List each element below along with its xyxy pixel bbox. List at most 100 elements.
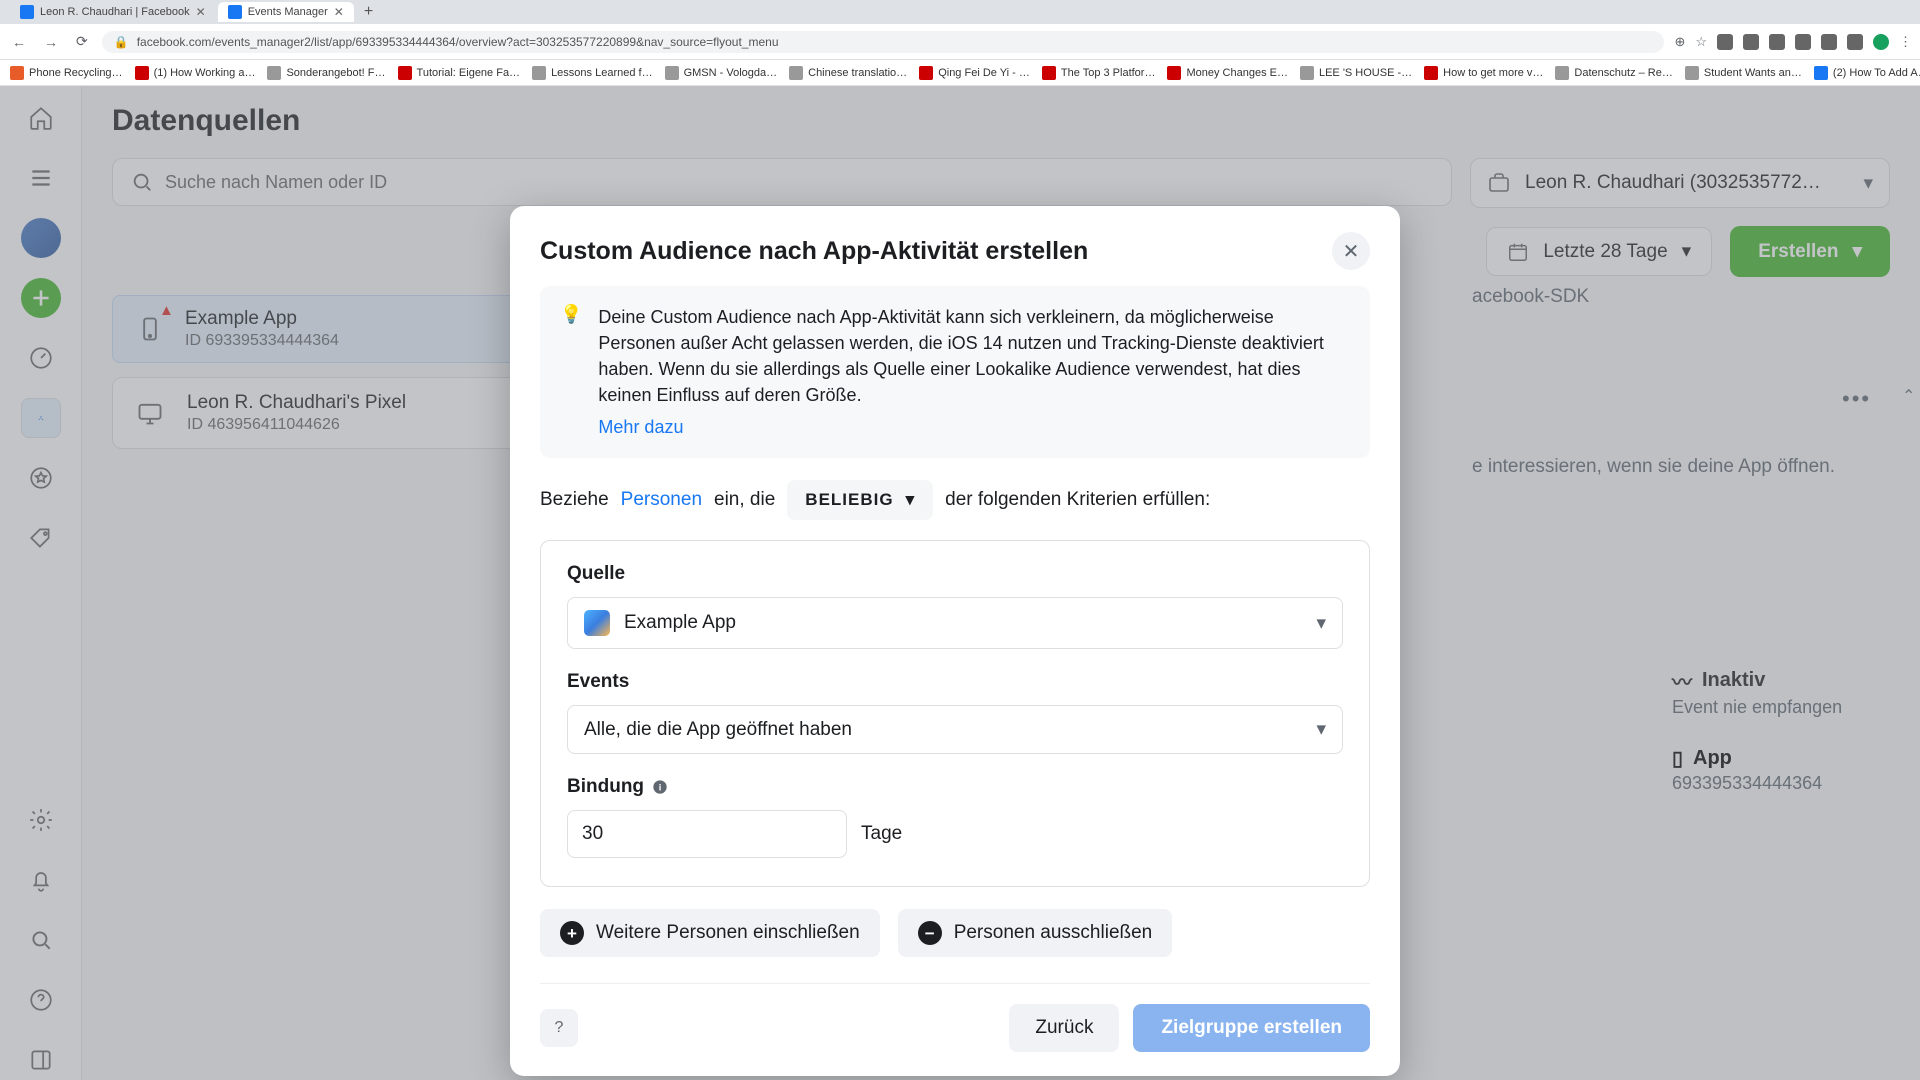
profile-avatar-icon[interactable] (1873, 34, 1889, 50)
bookmark-icon (1814, 66, 1828, 80)
bookmark[interactable]: Phone Recycling… (10, 66, 123, 80)
ext-icon[interactable] (1743, 34, 1759, 50)
lock-icon: 🔒 (114, 35, 129, 49)
bookmark[interactable]: Datenschutz – Re… (1555, 66, 1672, 80)
ext-icon[interactable] (1717, 34, 1733, 50)
new-tab-button[interactable]: + (356, 3, 381, 21)
facebook-favicon-icon (20, 5, 34, 19)
plus-icon: + (560, 921, 584, 945)
back-button[interactable]: Zurück (1009, 1004, 1119, 1052)
close-button[interactable]: ✕ (1332, 232, 1370, 270)
bookmark-icon (135, 66, 149, 80)
facebook-favicon-icon (228, 5, 242, 19)
bookmark-icon (1685, 66, 1699, 80)
learn-more-link[interactable]: Mehr dazu (598, 414, 683, 440)
info-box: 💡 Deine Custom Audience nach App-Aktivit… (540, 286, 1370, 458)
source-selector[interactable]: Example App ▾ (567, 597, 1343, 649)
criteria-text: Beziehe (540, 489, 609, 511)
events-value: Alle, die die App geöffnet haben (584, 719, 852, 741)
criteria-text: ein, die (714, 489, 775, 511)
include-more-label: Weitere Personen einschließen (596, 922, 860, 944)
reload-icon[interactable]: ⟳ (72, 33, 92, 50)
bookmark[interactable]: (2) How To Add A… (1814, 66, 1920, 80)
bookmark-icon (1555, 66, 1569, 80)
include-more-button[interactable]: + Weitere Personen einschließen (540, 909, 880, 957)
bookmark[interactable]: Lessons Learned f… (532, 66, 653, 80)
bookmark-icon (1167, 66, 1181, 80)
criteria-block: Quelle Example App ▾ Events Alle, die di… (540, 540, 1370, 887)
any-dropdown[interactable]: BELIEBIG ▾ (787, 480, 933, 520)
tab-title: Leon R. Chaudhari | Facebook (40, 6, 190, 18)
info-text: Deine Custom Audience nach App-Aktivität… (598, 307, 1323, 405)
criteria-text: der folgenden Kriterien erfüllen: (945, 489, 1210, 511)
bookmark[interactable]: Sonderangebot! F… (267, 66, 385, 80)
bind-unit: Tage (861, 823, 902, 845)
source-label: Quelle (567, 563, 1343, 585)
bookmark-icon (1042, 66, 1056, 80)
bookmark-icon (532, 66, 546, 80)
bookmark[interactable]: The Top 3 Platfor… (1042, 66, 1156, 80)
any-label: BELIEBIG (805, 490, 893, 510)
close-tab-icon[interactable]: ✕ (196, 5, 206, 19)
modal-title: Custom Audience nach App-Aktivität erste… (540, 237, 1088, 266)
star-icon[interactable]: ☆ (1695, 34, 1707, 50)
bookmark-icon (10, 66, 24, 80)
browser-chrome: Leon R. Chaudhari | Facebook ✕ Events Man… (0, 0, 1920, 60)
bookmark[interactable]: Tutorial: Eigene Fa… (398, 66, 521, 80)
create-audience-modal: Custom Audience nach App-Aktivität erste… (510, 206, 1400, 1076)
url-text: facebook.com/events_manager2/list/app/69… (137, 35, 779, 49)
ext-icon[interactable] (1795, 34, 1811, 50)
svg-text:i: i (659, 783, 662, 793)
bookmark[interactable]: Chinese translatio… (789, 66, 907, 80)
bookmark[interactable]: Qing Fei De Yi - … (919, 66, 1030, 80)
create-audience-button[interactable]: Zielgruppe erstellen (1133, 1004, 1370, 1052)
ext-icon[interactable] (1847, 34, 1863, 50)
chrome-extensions: ⊕ ☆ ⋮ (1674, 34, 1912, 50)
chevron-down-icon: ▾ (906, 490, 916, 510)
events-label: Events (567, 671, 1343, 693)
help-button[interactable]: ? (540, 1009, 578, 1047)
info-icon[interactable]: i (652, 779, 668, 795)
zoom-icon[interactable]: ⊕ (1674, 34, 1685, 50)
tab-title: Events Manager (248, 6, 328, 18)
bookmarks-bar: Phone Recycling… (1) How Working a… Sond… (0, 60, 1920, 86)
people-link[interactable]: Personen (621, 489, 702, 511)
bind-label: Bindung i (567, 776, 1343, 798)
events-selector[interactable]: Alle, die die App geöffnet haben ▾ (567, 705, 1343, 754)
browser-tab[interactable]: Leon R. Chaudhari | Facebook ✕ (10, 2, 216, 22)
bookmark-icon (1300, 66, 1314, 80)
bookmark[interactable]: LEE 'S HOUSE -… (1300, 66, 1412, 80)
bookmark-icon (1424, 66, 1438, 80)
bookmark-icon (398, 66, 412, 80)
bookmark[interactable]: Money Changes E… (1167, 66, 1288, 80)
chevron-down-icon: ▾ (1316, 718, 1326, 741)
bookmark[interactable]: Student Wants an… (1685, 66, 1802, 80)
bookmark-icon (919, 66, 933, 80)
criteria-row: Beziehe Personen ein, die BELIEBIG ▾ der … (540, 480, 1370, 520)
bookmark-icon (789, 66, 803, 80)
bookmark[interactable]: How to get more v… (1424, 66, 1543, 80)
bookmark[interactable]: GMSN - Vologda… (665, 66, 778, 80)
ext-icon[interactable] (1821, 34, 1837, 50)
minus-icon: − (918, 921, 942, 945)
url-input[interactable]: 🔒 facebook.com/events_manager2/list/app/6… (102, 31, 1665, 53)
back-icon[interactable]: ← (8, 34, 30, 50)
menu-icon[interactable]: ⋮ (1899, 34, 1912, 50)
browser-tab[interactable]: Events Manager ✕ (218, 2, 354, 22)
exclude-button[interactable]: − Personen ausschließen (898, 909, 1173, 957)
forward-icon[interactable]: → (40, 34, 62, 50)
ext-icon[interactable] (1769, 34, 1785, 50)
lightbulb-icon: 💡 (560, 304, 582, 440)
exclude-label: Personen ausschließen (954, 922, 1153, 944)
close-tab-icon[interactable]: ✕ (334, 5, 344, 19)
source-value: Example App (624, 612, 736, 634)
bookmark[interactable]: (1) How Working a… (135, 66, 256, 80)
bookmark-icon (665, 66, 679, 80)
tab-bar: Leon R. Chaudhari | Facebook ✕ Events Man… (0, 0, 1920, 24)
chevron-down-icon: ▾ (1316, 612, 1326, 635)
bookmark-icon (267, 66, 281, 80)
app-icon (584, 610, 610, 636)
address-bar: ← → ⟳ 🔒 facebook.com/events_manager2/list… (0, 24, 1920, 60)
retention-input[interactable] (567, 810, 847, 858)
page: Datenquellen Suche nach Namen oder ID Le… (0, 86, 1920, 1080)
